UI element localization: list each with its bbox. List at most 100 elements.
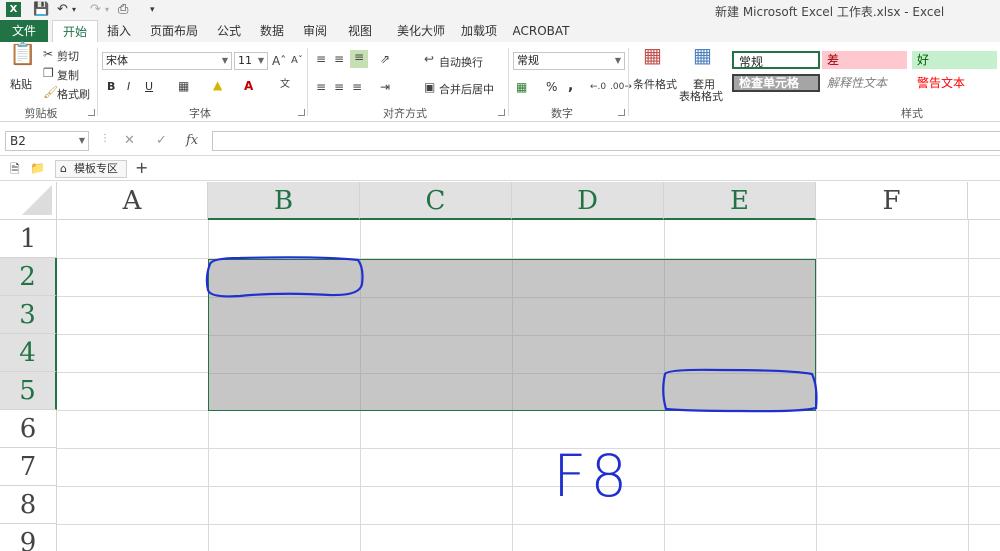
style-normal[interactable]: 常规 [732,51,820,69]
tab-add-ins[interactable]: 加载项 [455,20,503,42]
merge-center-button[interactable]: 合并后居中 [439,81,494,97]
format-painter-icon[interactable]: 🖌 [43,85,58,99]
format-as-table-button[interactable]: 表格格式 [679,88,723,104]
group-divider [508,48,509,116]
tab-page-layout[interactable]: 页面布局 [143,20,205,42]
insert-function-icon[interactable]: fx [186,133,198,148]
merge-center-icon[interactable]: ▣ [424,80,435,94]
style-bad[interactable]: 差 [822,51,907,69]
cut-icon[interactable]: ✂ [43,47,53,61]
increase-font-icon[interactable]: Aˆ [272,54,286,68]
print-preview-icon[interactable]: ⎙ [118,2,128,18]
format-painter-button[interactable]: 格式刷 [57,86,90,102]
style-warning-text[interactable]: 警告文本 [912,74,997,92]
enter-icon[interactable]: ✓ [156,133,167,148]
style-good[interactable]: 好 [912,51,997,69]
alignment-group-label: 对齐方式 [383,107,427,120]
number-group-label: 数字 [551,107,573,120]
conditional-formatting-button[interactable]: 条件格式 [633,76,677,92]
font-size-select[interactable]: 11 ▼ [234,52,268,70]
tab-home[interactable]: 开始 [52,20,98,42]
formula-bar-splitter-icon[interactable]: ⋮ [100,133,110,144]
bold-button[interactable]: B [107,80,115,93]
decrease-font-icon[interactable]: Aˇ [291,54,303,68]
formula-bar: B2 ▼ ⋮ ✕ ✓ fx [0,126,1000,156]
cut-button[interactable]: 剪切 [57,48,79,64]
save-icon[interactable]: 💾 [33,2,49,18]
group-divider [628,48,629,116]
ribbon: 📋 粘贴 ✂ 剪切 ❐ 复制 🖌 格式刷 剪贴板 宋体 ▼ 11 ▼ Aˆ Aˇ B… [0,42,1000,122]
alignment-launcher-icon[interactable] [498,109,505,116]
accounting-format-icon[interactable]: ▦ [516,80,527,94]
tab-file[interactable]: 文件 [0,20,48,42]
align-top-icon[interactable]: ≡ [316,52,326,66]
format-as-table-icon[interactable]: ▦ [693,45,712,65]
open-folder-icon[interactable]: 📁 [30,161,45,175]
tab-data[interactable]: 数据 [253,20,291,42]
paste-button[interactable]: 粘贴 [10,76,32,92]
undo-icon[interactable]: ↶ [57,2,68,18]
comma-button[interactable]: , [568,78,573,94]
font-group-label: 字体 [189,107,211,120]
window-title: 新建 Microsoft Excel 工作表.xlsx - Excel [715,5,945,19]
excel-logo-icon: X [6,2,21,17]
group-divider [97,48,98,116]
align-middle-icon[interactable]: ≡ [334,52,344,66]
tab-insert[interactable]: 插入 [100,20,138,42]
name-box[interactable]: B2 ▼ [5,131,89,151]
undo-dropdown-icon[interactable]: ▾ [72,2,76,18]
number-format-select[interactable]: 常规 ▼ [513,52,625,70]
ribbon-tabs: 文件 开始 插入 页面布局 公式 数据 审阅 视图 美化大师 加载项 ACROB… [0,20,1000,42]
conditional-formatting-icon[interactable]: ▦ [643,45,662,65]
orientation-icon[interactable]: ⇗ [380,52,390,66]
new-file-icon[interactable]: 🗎 [10,162,20,176]
redo-dropdown-icon[interactable]: ▾ [105,2,109,18]
wrap-text-icon[interactable]: ↩ [424,52,434,66]
indent-icon[interactable]: ⇥ [380,80,390,94]
percent-button[interactable]: % [546,80,557,94]
customize-quick-access-icon[interactable]: ▾ [150,2,155,18]
italic-button[interactable]: I [127,80,130,93]
tab-formulas[interactable]: 公式 [210,20,248,42]
add-tab-icon[interactable]: + [135,160,148,176]
ink-annotations [205,256,818,413]
paste-icon[interactable]: 📋 [9,44,36,66]
increase-decimal-icon[interactable]: ←.0 [590,80,606,94]
fill-color-icon[interactable]: ▲ [213,78,222,92]
title-bar: X 💾 ↶ ▾ ↷ ▾ ⎙ ▾ 新建 Microsoft Excel 工作表.x… [0,0,1000,20]
spreadsheet-grid[interactable]: A B C D E F 1 2 3 4 5 6 7 8 9 F8 [0,182,1000,551]
tab-template-zone[interactable]: ⌂ 模板专区 [55,160,127,178]
tab-beautify-master[interactable]: 美化大师 [390,20,452,42]
phonetic-guide-icon[interactable]: 文 [280,78,290,92]
home-icon: ⌂ [60,162,67,175]
tab-acrobat[interactable]: ACROBAT [510,20,572,42]
redo-icon[interactable]: ↷ [90,2,101,18]
underline-button[interactable]: U [145,80,153,93]
tab-review[interactable]: 审阅 [296,20,334,42]
formula-input[interactable] [212,131,1000,151]
cancel-icon[interactable]: ✕ [124,133,135,148]
clipboard-launcher-icon[interactable] [88,109,95,116]
copy-button[interactable]: 复制 [57,67,79,83]
copy-icon[interactable]: ❐ [43,66,54,80]
clipboard-group-label: 剪贴板 [24,107,58,120]
font-launcher-icon[interactable] [298,109,305,116]
font-color-icon[interactable]: A [244,79,253,93]
tab-view[interactable]: 视图 [341,20,379,42]
borders-icon[interactable]: ▦ [178,79,189,93]
wrap-text-button[interactable]: 自动换行 [439,54,483,70]
ink-circle-e5 [662,368,818,413]
align-center-icon[interactable]: ≡ [334,80,344,94]
style-explanatory-text[interactable]: 解释性文本 [822,74,907,92]
font-name-select[interactable]: 宋体 ▼ [102,52,232,70]
group-divider [307,48,308,116]
number-launcher-icon[interactable] [618,109,625,116]
styles-group-label: 样式 [901,107,923,120]
ink-circle-b2 [205,256,364,298]
align-right-icon[interactable]: ≡ [352,80,362,94]
align-left-icon[interactable]: ≡ [316,80,326,94]
style-check-cell[interactable]: 检查单元格 [732,74,820,92]
align-bottom-icon[interactable]: ≡ [350,50,368,68]
ink-f8-text: F8 [553,442,632,510]
template-bar: 🗎 📁 ⌂ 模板专区 + [0,157,1000,181]
